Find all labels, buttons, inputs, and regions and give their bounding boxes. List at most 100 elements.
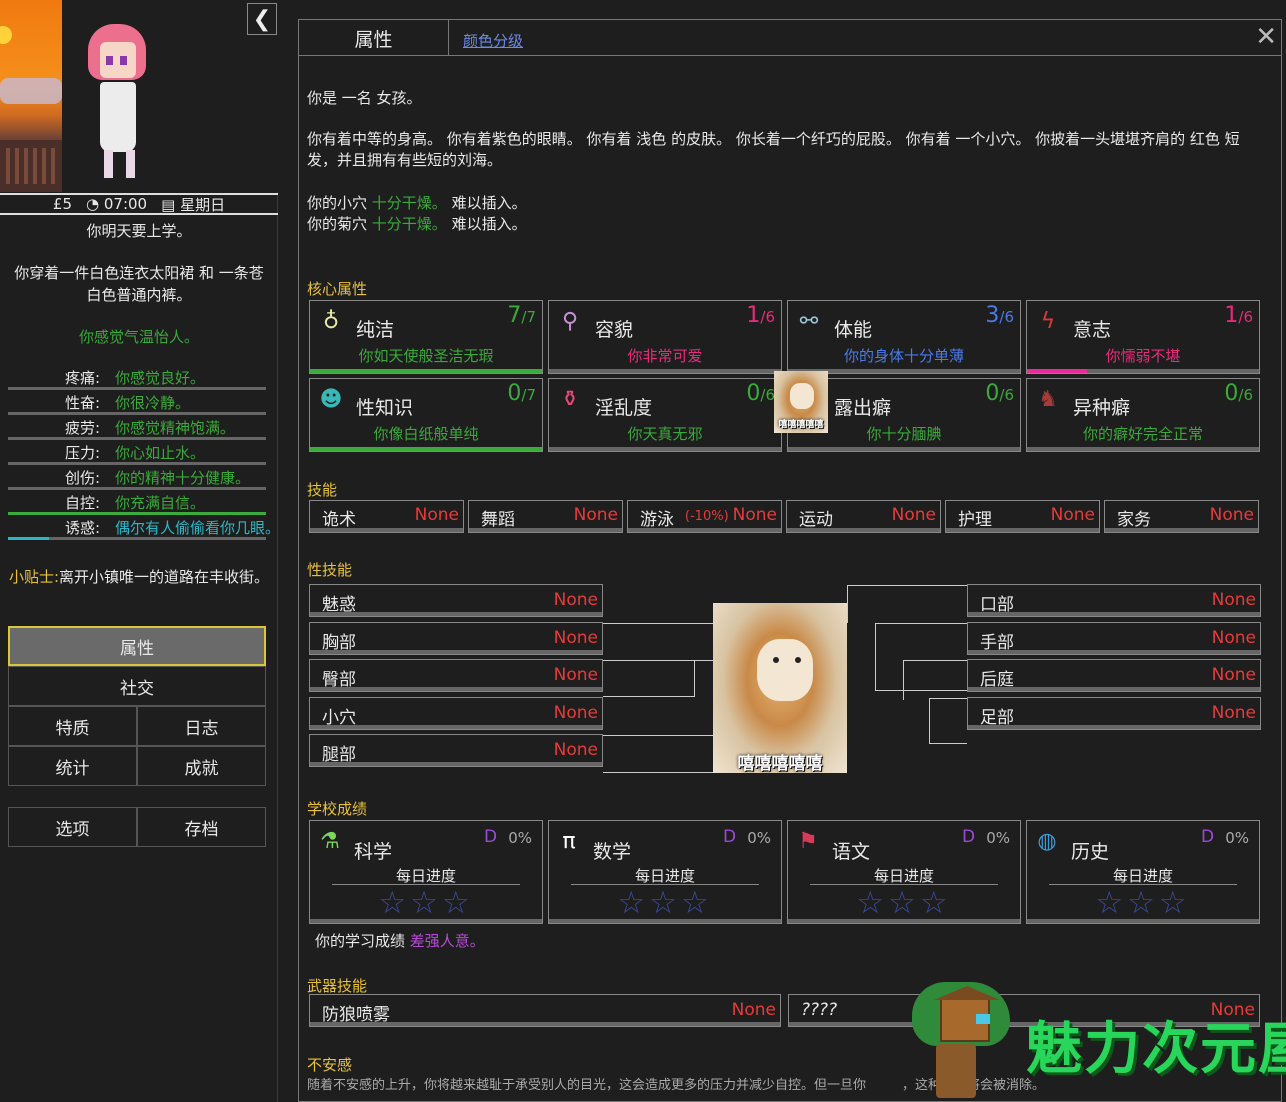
core-score-value: 3 (985, 303, 1000, 328)
core-score-max: /6 (760, 308, 775, 326)
core-card[interactable]: ϟ 意志 1/6 你懦弱不堪 (1026, 300, 1260, 374)
school-card[interactable]: π 数学 D 0% 每日进度 ☆☆☆ (548, 820, 782, 924)
anus-suffix: 难以插入。 (451, 215, 527, 233)
nav-stats-button[interactable]: 统计 (8, 746, 137, 786)
skill-box[interactable]: 护理 None (945, 500, 1100, 533)
skills-title: 技能 (307, 481, 338, 499)
core-card[interactable]: ⚲ 容貌 1/6 你非常可爱 (548, 300, 782, 374)
nav-journal-button[interactable]: 日志 (137, 706, 266, 746)
leg-sprite (126, 150, 135, 178)
core-description: 你像白纸般单纯 (373, 425, 479, 443)
status-row: 诱惑: 偶尔有人偷偷看你几眼。 (8, 516, 280, 541)
core-card[interactable]: ☻ 性知识 0/7 你像白纸般单纯 (309, 378, 543, 452)
school-notice: 你明天要上学。 (86, 222, 192, 240)
sex-skill-box[interactable]: 魅惑 None (309, 584, 603, 617)
skill-value: None (573, 505, 618, 525)
core-card[interactable]: ♞ 异种癖 0/6 你的癖好完全正常 (1026, 378, 1260, 452)
core-score-max: /6 (999, 308, 1014, 326)
connector-line (847, 585, 967, 623)
uk-flag-icon: ⚑ (798, 828, 818, 854)
sex-skill-box[interactable]: 足部 None (967, 696, 1261, 730)
core-description: 你的癖好完全正常 (1082, 425, 1203, 443)
status-bar-track (8, 462, 266, 465)
status-bar-track (8, 437, 266, 440)
tab-attributes[interactable]: 属性 (299, 20, 449, 56)
sex-skill-value: None (1211, 665, 1256, 685)
tab-color-grading[interactable]: 颜色分级 (463, 30, 523, 51)
close-icon[interactable]: ✕ (1255, 22, 1277, 52)
building-icon (0, 140, 62, 192)
skill-name: 运动 (799, 510, 833, 530)
star-rating-icon: ☆☆☆ (617, 885, 713, 921)
sex-skill-bar (968, 687, 1260, 691)
sex-skill-box[interactable]: 手部 None (967, 621, 1261, 655)
vagina-suffix: 难以插入。 (451, 194, 527, 212)
subject-percent: 0% (986, 829, 1010, 847)
nav-attributes-button[interactable]: 属性 (8, 626, 266, 666)
school-card[interactable]: ⚗ 科学 D 0% 每日进度 ☆☆☆ (309, 820, 543, 924)
doge-eye (773, 657, 779, 663)
nav-traits-button[interactable]: 特质 (8, 706, 137, 746)
core-card[interactable]: 嘻嘻嘻嘻嘻 露出癖 0/6 你十分腼腆 (774, 371, 1021, 452)
appearance-text: 你有着中等的身高。 你有着紫色的眼睛。 你有着 浅色 的皮肤。 你长着一个纤巧的… (307, 130, 1240, 169)
sex-skill-box[interactable]: 臀部 None (309, 659, 603, 692)
skill-bar (628, 528, 781, 532)
core-card[interactable]: ⚯ 体能 3/6 你的身体十分单薄 (787, 300, 1021, 374)
potion-icon: ⚱ (560, 386, 580, 412)
sex-skill-box[interactable]: 胸部 None (309, 621, 603, 655)
skill-box[interactable]: 诡术 None (309, 500, 464, 533)
subject-bar (310, 919, 542, 923)
skill-box[interactable]: 家务 None (1104, 500, 1259, 533)
nav-achievements-button[interactable]: 成就 (137, 746, 266, 786)
weapon-bar (310, 1022, 780, 1026)
core-card[interactable]: ⚱ 淫乱度 0/6 你天真无邪 (548, 378, 782, 452)
globe-icon: ◍ (1037, 828, 1057, 854)
core-score: 0/6 (1224, 381, 1253, 406)
panel-tab-bar: 属性 颜色分级 ✕ (299, 20, 1281, 56)
weapon-skills-title: 武器技能 (307, 977, 368, 995)
core-attributes-title: 核心属性 (307, 280, 368, 298)
skill-value: None (1050, 505, 1095, 525)
subject-name: 科学 (354, 841, 393, 863)
doge-face (790, 383, 814, 409)
status-label: 创伤: (64, 469, 100, 487)
weekday-group: ▤ 星期日 (161, 194, 225, 215)
nav-social-button[interactable]: 社交 (8, 666, 266, 706)
sex-skill-box[interactable]: 小穴 None (309, 696, 603, 730)
status-bar-track (8, 387, 266, 390)
sex-skill-value: None (553, 590, 598, 610)
status-row: 疲劳: 你感觉精神饱满。 (8, 416, 266, 441)
skill-box[interactable]: 舞蹈 None (468, 500, 623, 533)
eye-sprite (120, 56, 127, 65)
skill-box[interactable]: 游泳 (-10%) None (627, 500, 782, 533)
core-card[interactable]: ♁ 纯洁 7/7 你如天使般圣洁无瑕 (309, 300, 543, 374)
unknown-name: ???? (801, 1000, 838, 1020)
dress-sprite (100, 82, 136, 152)
skill-box[interactable]: 运动 None (786, 500, 941, 533)
daily-progress-label: 每日进度 (634, 867, 695, 885)
core-score-value: 7 (507, 303, 522, 328)
status-row: 创伤: 你的精神十分健康。 (8, 466, 266, 491)
sun-icon (0, 26, 12, 44)
school-card[interactable]: ◍ 历史 D 0% 每日进度 ☆☆☆ (1026, 820, 1260, 924)
daily-progress-label: 每日进度 (873, 867, 934, 885)
collapse-sidebar-button[interactable]: ❮ (247, 3, 277, 35)
core-description: 你十分腼腆 (866, 425, 942, 443)
core-name: 纯洁 (356, 319, 395, 341)
sex-skill-box[interactable]: 腿部 None (309, 734, 603, 767)
sex-skill-box[interactable]: 后庭 None (967, 659, 1261, 692)
skill-value: None (732, 505, 777, 525)
star-rating-icon: ☆☆☆ (856, 885, 952, 921)
subject-grade: D (723, 827, 737, 847)
core-name: 异种癖 (1073, 397, 1131, 419)
nav-options-button[interactable]: 选项 (8, 807, 137, 847)
sex-skill-value: None (553, 665, 598, 685)
subject-grade: D (484, 827, 498, 847)
school-card[interactable]: ⚑ 语文 D 0% 每日进度 ☆☆☆ (787, 820, 1021, 924)
subject-name: 数学 (593, 841, 632, 863)
status-row: 疼痛: 你感觉良好。 (8, 366, 266, 391)
sex-skill-box[interactable]: 口部 None (967, 584, 1261, 617)
status-bar: £5 ◔ 07:00 ▤ 星期日 (0, 193, 278, 215)
nav-saves-button[interactable]: 存档 (137, 807, 266, 847)
site-watermark: 魅力次元屋 (900, 978, 1286, 1102)
